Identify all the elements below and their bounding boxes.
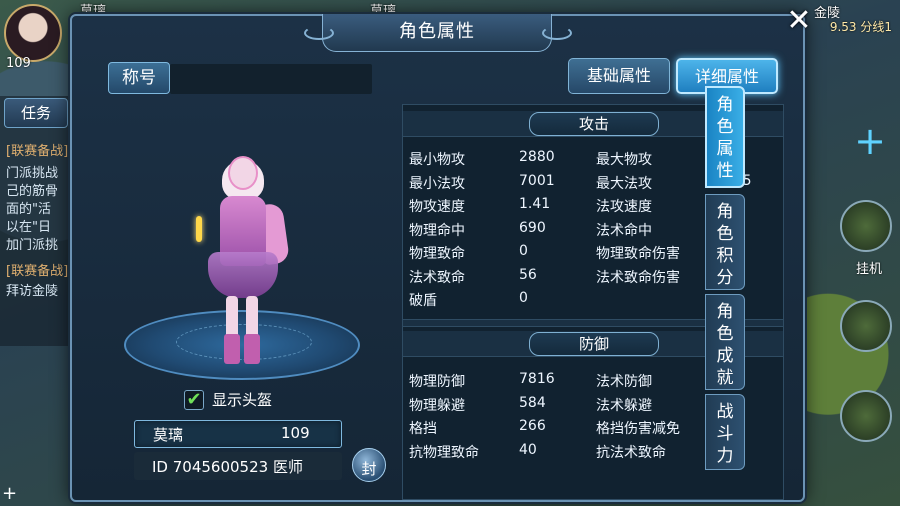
auto-battle-icon[interactable] xyxy=(840,200,892,252)
quest-tab[interactable]: 任务 xyxy=(4,98,68,128)
character-name: 莫璃 xyxy=(153,426,184,444)
checkmark-icon[interactable]: ✔ xyxy=(184,390,204,410)
stat-label: 法术致命伤害 xyxy=(596,269,680,286)
stat-label: 破盾 xyxy=(409,293,437,309)
character-skirt xyxy=(208,252,278,298)
side-tab-char: 色 xyxy=(716,117,734,137)
side-tab-char: 成 xyxy=(716,346,734,366)
character-id: ID 7045600523 医师 xyxy=(152,458,303,476)
character-preview: 称号 ✔ 显示头盔 莫璃 109 ID 7045600523 医师 封 xyxy=(104,60,386,500)
player-level: 109 xyxy=(6,56,31,71)
character-name-box: 莫璃 109 xyxy=(134,420,342,448)
side-tab-char: 色 xyxy=(716,324,734,344)
side-tab-char: 分 xyxy=(716,268,734,288)
plus-icon[interactable]: + xyxy=(850,122,890,162)
quest-line[interactable]: [联赛备战] xyxy=(6,260,70,279)
stat-label: 法术防御 xyxy=(596,374,652,390)
character-weapon xyxy=(196,216,202,242)
side-tab-char: 角 xyxy=(716,302,734,322)
ornament-icon xyxy=(542,26,572,40)
skill-icon[interactable] xyxy=(840,390,892,442)
stat-label: 法术命中 xyxy=(596,222,652,239)
stat-value: 56 xyxy=(519,266,537,283)
quest-line: 面的"活 xyxy=(6,202,51,217)
close-icon[interactable]: ✕ xyxy=(784,6,814,36)
stat-label: 最大物攻 xyxy=(596,152,652,168)
character-id-box: ID 7045600523 医师 xyxy=(134,452,342,480)
side-tab-combat-power[interactable]: 战 斗 力 xyxy=(705,394,745,470)
side-tab-char: 积 xyxy=(716,246,734,266)
character-model[interactable] xyxy=(196,156,291,366)
stat-label: 最小法攻 xyxy=(409,175,465,192)
panel-title: 角色属性 xyxy=(322,14,552,52)
map-coords: 9.53 分线1 xyxy=(829,20,892,34)
defense-heading: 防御 xyxy=(529,332,659,356)
stat-value: 266 xyxy=(519,418,546,434)
title-button[interactable]: 称号 xyxy=(108,62,170,94)
stat-value: 7001 xyxy=(519,172,555,189)
ornament-icon xyxy=(304,26,334,40)
side-tab-char: 力 xyxy=(716,446,734,466)
stat-value: 584 xyxy=(519,394,546,411)
side-tab-char: 色 xyxy=(716,224,734,244)
side-tab-char: 斗 xyxy=(716,424,734,444)
stat-label: 法攻速度 xyxy=(596,199,652,215)
stat-label: 抗物理致命 xyxy=(409,444,479,461)
character-level: 109 xyxy=(281,424,310,442)
quest-line: 门派挑战 xyxy=(6,166,59,181)
stat-label: 物理躲避 xyxy=(409,397,465,414)
side-tab-character-points[interactable]: 角 色 积 分 xyxy=(705,194,745,290)
stat-label: 物攻速度 xyxy=(409,199,465,215)
quest-line[interactable]: [联赛备战] xyxy=(6,140,70,159)
stat-value: 0 xyxy=(519,243,528,259)
character-head xyxy=(228,156,258,190)
stat-value: 2880 xyxy=(519,149,555,165)
title-value xyxy=(170,64,372,94)
side-tab-char: 性 xyxy=(716,161,734,181)
auto-battle-label: 挂机 xyxy=(855,262,882,277)
side-tab-char: 战 xyxy=(716,402,734,422)
stat-label: 抗法术致命 xyxy=(596,444,666,461)
player-avatar[interactable] xyxy=(4,4,62,62)
side-tab-char: 就 xyxy=(716,368,734,388)
quest-line: 以在"日 xyxy=(6,220,51,235)
quest-line: 拜访金陵 xyxy=(6,284,59,299)
stat-label: 最大法攻 xyxy=(596,175,652,192)
attack-heading: 攻击 xyxy=(529,112,659,136)
stat-label: 格挡 xyxy=(409,421,437,437)
stat-label: 法术躲避 xyxy=(596,397,652,414)
stat-value: 1.41 xyxy=(519,196,551,212)
stat-label: 物理致命伤害 xyxy=(596,246,680,262)
stat-value: 0 xyxy=(519,290,528,306)
quest-line: 加门派挑 xyxy=(6,238,59,253)
side-tab-char: 角 xyxy=(716,202,734,222)
quest-line: 己的筋骨 xyxy=(6,184,59,199)
show-helmet-label: 显示头盔 xyxy=(212,391,273,409)
stat-label: 最小物攻 xyxy=(409,152,465,168)
tab-basic-attributes[interactable]: 基础属性 xyxy=(568,58,670,94)
seal-button[interactable]: 封 xyxy=(352,448,386,482)
stat-value: 7816 xyxy=(519,371,555,387)
skill-icon[interactable] xyxy=(840,300,892,352)
side-tab-character-achievements[interactable]: 角 色 成 就 xyxy=(705,294,745,390)
character-boot xyxy=(244,334,260,364)
side-tab-char: 属 xyxy=(716,139,734,159)
stat-value: 690 xyxy=(519,219,546,236)
side-tab-char: 角 xyxy=(716,95,734,115)
stat-value: 40 xyxy=(519,441,537,458)
stat-label: 物理致命 xyxy=(409,246,465,262)
stat-label: 法术致命 xyxy=(409,269,465,286)
stat-label: 格挡伤害减免 xyxy=(596,421,680,437)
expand-icon[interactable]: + xyxy=(2,483,17,504)
character-attributes-panel: 角色属性 称号 ✔ 显示头盔 莫璃 109 ID 7045600523 医师 封… xyxy=(70,14,805,502)
character-boot xyxy=(224,334,240,364)
stat-label: 物理防御 xyxy=(409,374,465,390)
stat-label: 物理命中 xyxy=(409,222,465,239)
side-tab-character-attributes[interactable]: 角 色 属 性 xyxy=(705,86,745,188)
